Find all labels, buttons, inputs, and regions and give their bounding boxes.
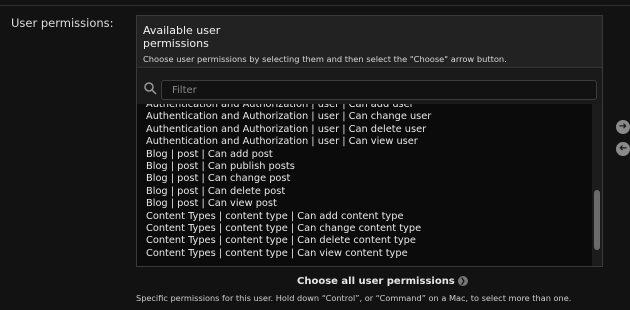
permission-option[interactable]: Blog | post | Can delete post xyxy=(146,186,431,198)
choose-arrow-icon[interactable]: ➜ xyxy=(616,120,630,134)
choose-all-label: Choose all user permissions xyxy=(297,276,455,287)
permission-option[interactable]: Authentication and Authorization | user … xyxy=(146,124,431,136)
chevron-right-icon: ❯ xyxy=(457,276,468,286)
filter-input[interactable] xyxy=(161,80,597,100)
permission-option[interactable]: Blog | post | Can publish posts xyxy=(146,161,431,173)
permission-option[interactable]: Content Types | content type | Can view … xyxy=(146,248,431,260)
field-label: User permissions: xyxy=(11,16,114,30)
top-divider xyxy=(0,5,630,6)
permission-option[interactable]: Blog | post | Can add post xyxy=(146,149,431,161)
available-permissions-selector: Available user permissions Choose user p… xyxy=(136,15,603,267)
permission-option[interactable]: Content Types | content type | Can delet… xyxy=(146,235,431,247)
choose-all-button[interactable]: Choose all user permissions ❯ xyxy=(297,276,468,287)
help-text: Specific permissions for this user. Hold… xyxy=(136,293,572,303)
search-icon xyxy=(144,82,157,95)
permission-option[interactable]: Blog | post | Can view post xyxy=(146,198,431,210)
available-permissions-list[interactable]: Authentication and Authorization | user … xyxy=(137,104,602,266)
permission-option[interactable]: Content Types | content type | Can add c… xyxy=(146,211,431,223)
scrollbar-track[interactable] xyxy=(592,104,602,266)
permission-option[interactable]: Authentication and Authorization | user … xyxy=(146,104,431,111)
selector-help-text: Choose user permissions by selecting the… xyxy=(143,54,507,64)
permission-option[interactable]: Authentication and Authorization | user … xyxy=(146,111,431,123)
permission-option[interactable]: Content Types | content type | Can chang… xyxy=(146,223,431,235)
selector-title: Available user permissions xyxy=(143,24,221,50)
permission-option[interactable]: Authentication and Authorization | user … xyxy=(146,136,431,148)
scrollbar-thumb[interactable] xyxy=(594,190,600,250)
selector-header: Available user permissions Choose user p… xyxy=(137,16,602,68)
options-list: Authentication and Authorization | user … xyxy=(146,104,431,260)
remove-arrow-icon[interactable]: ➜ xyxy=(616,142,630,156)
permission-option[interactable]: Blog | post | Can change post xyxy=(146,173,431,185)
